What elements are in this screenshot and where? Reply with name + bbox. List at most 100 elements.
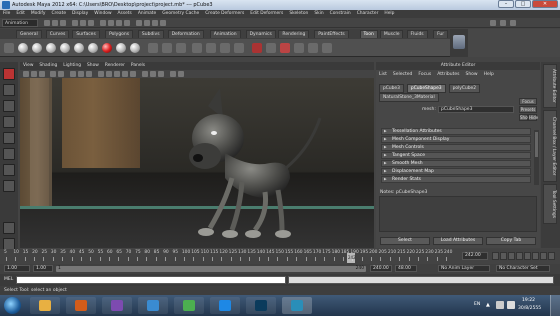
menu-window[interactable]: Window: [91, 10, 114, 17]
manipulator-tool-icon[interactable]: [3, 164, 15, 176]
menu-animate[interactable]: Animate: [135, 10, 159, 17]
resolution-gate-icon[interactable]: [78, 71, 84, 77]
shelf-tab-surfaces[interactable]: Surfaces: [72, 30, 100, 38]
visual-studio-icon[interactable]: [102, 297, 132, 314]
command-input[interactable]: [16, 276, 286, 284]
section-tessellation-attributes[interactable]: Tessellation Attributes: [381, 128, 531, 135]
tray-arrow-icon[interactable]: ▲: [486, 302, 490, 308]
toon-line-icon[interactable]: [192, 43, 202, 53]
shelf-tab-rendering[interactable]: Rendering: [278, 30, 310, 38]
scale-tool-icon[interactable]: [3, 148, 15, 160]
select-object-icon[interactable]: [80, 20, 86, 26]
toon-shader-ball-icon[interactable]: [116, 43, 126, 53]
shelf-tab-toon[interactable]: Toon: [359, 30, 378, 38]
select-component-icon[interactable]: [88, 20, 94, 26]
menu-file[interactable]: File: [0, 10, 13, 17]
close-button[interactable]: ✕: [532, 0, 558, 8]
menu-character[interactable]: Character: [354, 10, 382, 17]
toon-lips-icon[interactable]: [280, 43, 290, 53]
render-settings-icon[interactable]: [160, 20, 166, 26]
end-time-field[interactable]: 48.00: [395, 265, 417, 272]
isolate-select-icon[interactable]: [158, 71, 164, 77]
attr-menu-help[interactable]: Help: [481, 70, 497, 79]
attr-tab-polycube2[interactable]: polyCube2: [448, 84, 481, 93]
snap-grid-icon[interactable]: [100, 20, 106, 26]
character-set-dropdown[interactable]: No Character Set: [496, 265, 550, 272]
toon-lips-icon[interactable]: [322, 43, 332, 53]
section-mesh-controls[interactable]: Mesh Controls: [381, 144, 531, 151]
toon-outline-icon[interactable]: [148, 43, 158, 53]
tab-channel-box[interactable]: Channel Box / Layer Editor: [543, 110, 557, 182]
menu-display[interactable]: Display: [69, 10, 91, 17]
show-hide-tool-settings-icon[interactable]: [490, 20, 496, 26]
copy-tab-button[interactable]: Copy Tab: [486, 237, 536, 245]
show-hide-channel-box-icon[interactable]: [510, 20, 516, 26]
snap-curve-icon[interactable]: [108, 20, 114, 26]
camera-attr-icon[interactable]: [31, 71, 37, 77]
shelf-tab-polygons[interactable]: Polygons: [105, 30, 134, 38]
anim-layer-dropdown[interactable]: No Anim Layer: [438, 265, 490, 272]
toon-line-icon[interactable]: [234, 43, 244, 53]
focus-button[interactable]: Focus: [519, 98, 537, 105]
viewport-menu-show[interactable]: Show: [84, 62, 102, 69]
step-back-frame-icon[interactable]: [508, 252, 515, 260]
maya-icon[interactable]: [282, 297, 312, 314]
film-gate-icon[interactable]: [70, 71, 76, 77]
toon-lips-icon[interactable]: [308, 43, 318, 53]
toon-line-icon[interactable]: [220, 43, 230, 53]
toon-shader-ball-icon[interactable]: [130, 43, 140, 53]
range-bar[interactable]: 1 240: [56, 266, 366, 272]
paint-select-tool-icon[interactable]: [3, 100, 15, 112]
select-button[interactable]: Select: [380, 237, 430, 245]
ipr-render-icon[interactable]: [152, 20, 158, 26]
image-plane-icon[interactable]: [50, 71, 56, 77]
chrome-icon[interactable]: [174, 297, 204, 314]
tab-attribute-editor[interactable]: Attribute Editor: [543, 64, 557, 108]
menu-create[interactable]: Create: [48, 10, 69, 17]
mesh-name-field[interactable]: pCubeShape3: [438, 106, 514, 113]
mel-label[interactable]: MEL: [4, 277, 13, 282]
play-backward-icon[interactable]: [516, 252, 523, 260]
show-desktop-button[interactable]: [550, 295, 560, 316]
load-attributes-button[interactable]: Load Attributes: [433, 237, 483, 245]
attr-tab-pcubeshape3[interactable]: pCubeShape3: [406, 84, 446, 93]
anim-start-field[interactable]: 1.00: [33, 265, 53, 272]
toon-lips-icon[interactable]: [294, 43, 304, 53]
chevron-down-icon[interactable]: [453, 35, 465, 49]
select-tool-icon[interactable]: [3, 68, 15, 80]
tab-tool-settings[interactable]: Tool Settings: [543, 184, 557, 224]
viewport-menu-renderer[interactable]: Renderer: [102, 62, 128, 69]
notes-field[interactable]: [379, 196, 537, 232]
render-icon[interactable]: [144, 20, 150, 26]
start-button-icon[interactable]: [4, 297, 21, 314]
snap-point-icon[interactable]: [116, 20, 122, 26]
menu-edit[interactable]: Edit: [13, 10, 28, 17]
viewport-menu-shading[interactable]: Shading: [36, 62, 60, 69]
attribute-scrollbar[interactable]: [534, 130, 539, 185]
shelf-tab-painteffects[interactable]: PaintEffects: [314, 30, 349, 38]
menu-assets[interactable]: Assets: [115, 10, 135, 17]
attr-menu-selected[interactable]: Selected: [390, 70, 416, 79]
move-tool-icon[interactable]: [3, 116, 15, 128]
shelf-tab-deformation[interactable]: Deformation: [167, 30, 204, 38]
lasso-tool-icon[interactable]: [3, 84, 15, 96]
time-slider[interactable]: 5 10 15 20 25 30 35 40 45 50 55 60 65 70 75 80 85 90 95 100…: [0, 249, 560, 264]
shelf-tab-muscle[interactable]: Muscle: [379, 30, 404, 38]
section-render-stats[interactable]: Render Stats: [381, 176, 531, 183]
open-scene-icon[interactable]: [52, 20, 58, 26]
bookmark-icon[interactable]: [39, 71, 45, 77]
section-tangent-space[interactable]: Tangent Space: [381, 152, 531, 159]
shelf-tab-fluids[interactable]: Fluids: [406, 30, 428, 38]
anim-end-field[interactable]: 240.00: [370, 265, 392, 272]
last-tool-icon[interactable]: [3, 180, 15, 192]
shelf-tab-curves[interactable]: Curves: [45, 30, 70, 38]
go-to-start-icon[interactable]: [492, 252, 499, 260]
layout-single-icon[interactable]: [3, 222, 15, 234]
viewport-menu-lighting[interactable]: Lighting: [60, 62, 84, 69]
toon-shader-ball-icon[interactable]: [46, 43, 56, 53]
select-hierarchy-icon[interactable]: [72, 20, 78, 26]
shelf-tab-subdivs[interactable]: Subdivs: [137, 30, 164, 38]
app-icon[interactable]: [138, 297, 168, 314]
smooth-shade-icon[interactable]: [106, 71, 112, 77]
menu-skeleton[interactable]: Skeleton: [286, 10, 311, 17]
